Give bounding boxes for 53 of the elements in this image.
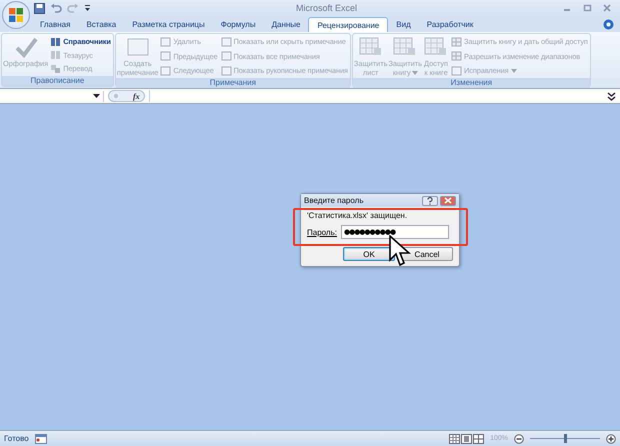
book-icon [50,36,62,46]
note-icon [451,66,462,76]
close-icon [444,197,452,204]
page-layout-icon[interactable] [461,434,472,444]
dialog-button[interactable]: OK [343,247,395,261]
zoom-out-icon[interactable] [514,434,524,444]
macro-record-icon[interactable] [34,434,47,444]
sheet-icon [451,51,462,61]
ribbon-tab[interactable]: Разметка страницы [124,17,213,32]
customize-caret-icon[interactable] [84,4,91,12]
ribbon-tab[interactable]: Формулы [212,17,264,32]
insert-function-button[interactable]: fx [133,92,140,100]
sheet-icon [451,36,462,46]
dialog-message: 'Статистика.xlsx' защищен. [307,211,408,220]
dialog-title: Введите пароль [304,196,364,205]
undo-icon[interactable] [50,2,62,14]
ribbon-tab[interactable]: Вставка [78,17,124,32]
office-button[interactable] [2,1,30,29]
close-button[interactable] [440,196,456,206]
spelling-check-icon [12,36,39,58]
book-icon [50,50,62,60]
note-icon [124,36,151,58]
status-text: Готово [4,434,29,443]
note-icon [160,66,172,76]
ribbon-tab[interactable]: Вид [388,17,419,32]
note-icon [220,66,232,76]
sheet-lock-icon [358,36,384,58]
ribbon-tab[interactable]: Разработчик [418,17,482,32]
password-label: Пароль: [307,228,337,236]
zoom-in-icon[interactable] [606,434,616,444]
note-icon [160,51,172,61]
dropdown-caret-icon[interactable] [93,94,100,98]
group-title: Примечания [116,78,350,88]
group-title: Правописание [2,76,113,86]
page-break-icon[interactable] [473,434,484,444]
normal-view-icon[interactable] [449,434,460,444]
save-icon[interactable] [34,2,45,14]
expand-chevron-icon[interactable] [607,92,616,100]
mouse-cursor-icon [389,235,411,267]
ribbon-tab[interactable]: Данные [264,17,308,32]
help-button[interactable] [422,196,438,206]
window-title: Microsoft Excel [294,3,358,13]
ribbon-tab[interactable]: Главная [32,17,78,32]
note-icon [160,36,172,46]
note-icon [220,36,232,46]
ribbon-tab[interactable]: Рецензирование [308,17,388,32]
function-dot-icon [113,93,119,99]
translate-icon [50,64,62,74]
slider-thumb[interactable] [564,434,567,443]
note-icon [220,51,232,61]
office-logo [9,8,23,22]
group-title: Изменения [352,78,590,88]
dialog-button[interactable]: Cancel [401,247,453,261]
